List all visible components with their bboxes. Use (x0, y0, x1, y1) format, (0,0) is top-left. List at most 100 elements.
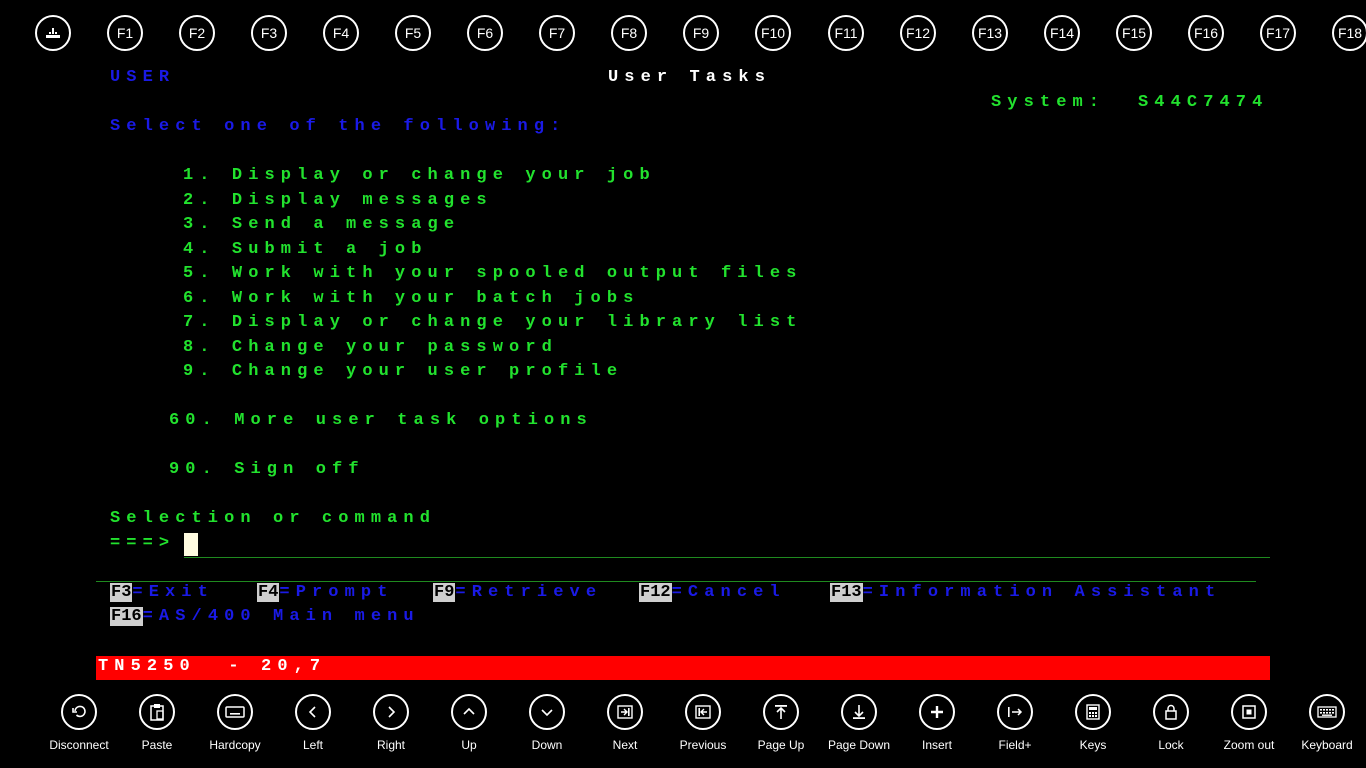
insert-button[interactable]: Insert (898, 694, 976, 768)
f18-key[interactable]: F18 (1332, 15, 1366, 51)
up-label: Up (461, 738, 477, 752)
menu-option: 3. Send a message (183, 215, 461, 234)
input-underline (184, 557, 1270, 558)
f5-key[interactable]: F5 (395, 15, 431, 51)
page-up-label: Page Up (757, 738, 805, 752)
hardcopy-button[interactable]: Hardcopy (196, 694, 274, 768)
f3-key[interactable]: F3 (251, 15, 287, 51)
paste-label: Paste (141, 738, 173, 752)
f12-key[interactable]: F12 (900, 15, 936, 51)
right-button[interactable]: Right (352, 694, 430, 768)
chevron-down-icon (529, 694, 565, 730)
page-down-label: Page Down (827, 738, 891, 752)
keyboard-button[interactable]: Keyboard (1288, 694, 1366, 768)
chevron-up-icon (451, 694, 487, 730)
hardcopy-label: Hardcopy (209, 738, 261, 752)
next-field-icon (607, 694, 643, 730)
lock-button[interactable]: Lock (1132, 694, 1210, 768)
f4-key[interactable]: F4 (323, 15, 359, 51)
f17-key[interactable]: F17 (1260, 15, 1296, 51)
field-plus-button[interactable]: Field+ (976, 694, 1054, 768)
command-input[interactable] (184, 533, 198, 556)
menu-option: 2. Display messages (183, 191, 493, 210)
f6-key[interactable]: F6 (467, 15, 503, 51)
divider-line (96, 581, 1256, 582)
down-button[interactable]: Down (508, 694, 586, 768)
command-arrow: ===> (110, 534, 176, 553)
chevron-left-icon (295, 694, 331, 730)
zoom-out-icon (1231, 694, 1267, 730)
zoom-out-label: Zoom out (1223, 738, 1275, 752)
left-button[interactable]: Left (274, 694, 352, 768)
keyboard-icon (1309, 694, 1345, 730)
system-label: System: (991, 93, 1106, 112)
paste-button[interactable]: Paste (118, 694, 196, 768)
terminal-screen: USER User Tasks System: S44C7474 Select … (0, 0, 1366, 768)
f11-key[interactable]: F11 (828, 15, 864, 51)
menu-option: 1. Display or change your job (183, 166, 656, 185)
previous-button[interactable]: Previous (664, 694, 742, 768)
f1-key[interactable]: F1 (107, 15, 143, 51)
menu-option: 4. Submit a job (183, 240, 428, 259)
page-up-button[interactable]: Page Up (742, 694, 820, 768)
plus-icon (919, 694, 955, 730)
keyboard-icon (217, 694, 253, 730)
page-down-icon (841, 694, 877, 730)
function-key-hint: F13=Information Assistant (830, 583, 1222, 602)
f8-key[interactable]: F8 (611, 15, 647, 51)
page-up-icon (763, 694, 799, 730)
field-plus-label: Field+ (998, 738, 1032, 752)
menu-option: 5. Work with your spooled output files (183, 264, 803, 283)
function-key-bar: F1 F2 F3 F4 F5 F6 F7 F8 F9 F10 F11 F12 F… (0, 0, 1366, 68)
f9-key[interactable]: F9 (683, 15, 719, 51)
previous-label: Previous (679, 738, 727, 752)
menu-option: 6. Work with your batch jobs (183, 289, 640, 308)
page-down-button[interactable]: Page Down (820, 694, 898, 768)
function-key-hint: F9=Retrieve (433, 583, 603, 602)
keyboard-label: Keyboard (1301, 738, 1353, 752)
zoom-out-button[interactable]: Zoom out (1210, 694, 1288, 768)
down-label: Down (531, 738, 563, 752)
lock-label: Lock (1158, 738, 1184, 752)
lock-icon (1153, 694, 1189, 730)
f14-key[interactable]: F14 (1044, 15, 1080, 51)
menu-option: 90. Sign off (169, 460, 365, 479)
undo-icon (61, 694, 97, 730)
menu-option: 7. Display or change your library list (183, 313, 803, 332)
keys-label: Keys (1079, 738, 1107, 752)
screen-user-id: USER (110, 68, 176, 87)
function-key-hint: F4=Prompt (257, 583, 394, 602)
f7-key[interactable]: F7 (539, 15, 575, 51)
function-key-hint: F12=Cancel (639, 583, 786, 602)
screen-title: User Tasks (608, 68, 772, 87)
instruction-text: Select one of the following: (110, 117, 567, 136)
field-plus-icon (997, 694, 1033, 730)
calculator-icon (1075, 694, 1111, 730)
disconnect-label: Disconnect (49, 738, 109, 752)
right-label: Right (376, 738, 405, 752)
menu-option: 60. More user task options (169, 411, 593, 430)
f15-key[interactable]: F15 (1116, 15, 1152, 51)
keyboard-input-icon[interactable] (35, 15, 71, 51)
paste-icon (139, 694, 175, 730)
function-key-hint: F3=Exit (110, 583, 214, 602)
next-label: Next (612, 738, 638, 752)
f2-key[interactable]: F2 (179, 15, 215, 51)
next-button[interactable]: Next (586, 694, 664, 768)
left-label: Left (302, 738, 323, 752)
disconnect-button[interactable]: Disconnect (40, 694, 118, 768)
status-bar: TN5250 - 20,7 (96, 656, 1270, 680)
f10-key[interactable]: F10 (755, 15, 791, 51)
function-key-hint: F16=AS/400 Main menu (110, 607, 420, 626)
up-button[interactable]: Up (430, 694, 508, 768)
system-name: S44C7474 (1138, 93, 1269, 112)
previous-field-icon (685, 694, 721, 730)
menu-option: 8. Change your password (183, 338, 558, 357)
f16-key[interactable]: F16 (1188, 15, 1224, 51)
status-text: TN5250 - 20,7 (98, 657, 327, 676)
chevron-right-icon (373, 694, 409, 730)
insert-label: Insert (921, 738, 952, 752)
app-bar: Disconnect Paste Hardcopy Left Right Up … (0, 684, 1366, 768)
keys-button[interactable]: Keys (1054, 694, 1132, 768)
f13-key[interactable]: F13 (972, 15, 1008, 51)
